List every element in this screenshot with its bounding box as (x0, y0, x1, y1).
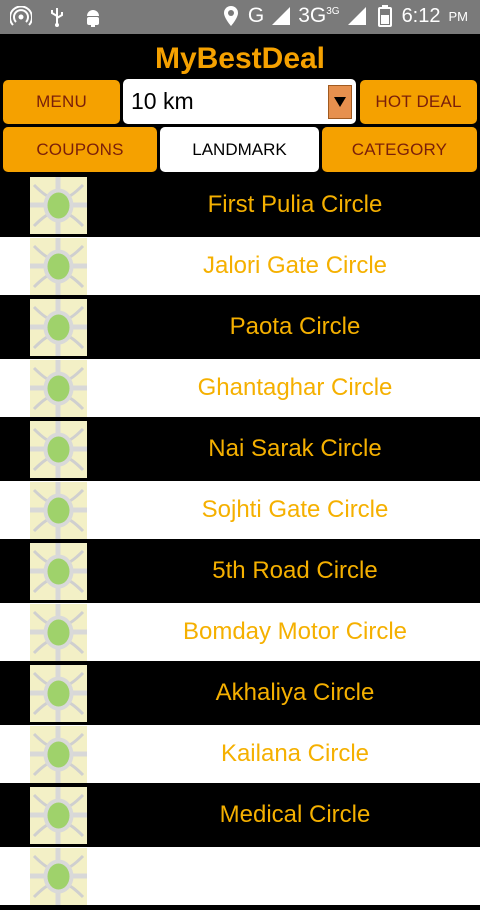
tab-coupons[interactable]: COUPONS (3, 127, 157, 172)
network-type-label: G (247, 4, 265, 27)
menu-button[interactable]: MENU (3, 80, 120, 124)
status-left-icons (10, 6, 104, 28)
distance-dropdown[interactable]: 10 km (123, 79, 356, 124)
dropdown-arrow-icon[interactable] (328, 85, 352, 119)
status-bar: G 3G3G 6:12 PM (0, 0, 480, 34)
landmark-list: First Pulia Circle Jalori Gate Circle Pa… (0, 176, 480, 908)
list-item-label: Jalori Gate Circle (202, 252, 388, 279)
list-item-label: Ghantaghar Circle (197, 374, 393, 401)
list-item[interactable]: First Pulia Circle (0, 176, 480, 234)
list-item-label: Nai Sarak Circle (208, 435, 382, 462)
signal-icon (346, 5, 368, 27)
app-title: MyBestDeal (154, 42, 326, 75)
list-item-label: Paota Circle (229, 313, 361, 340)
list-item[interactable]: Akhaliya Circle (0, 664, 480, 722)
hotspot-icon (10, 6, 32, 28)
list-item[interactable]: Kailana Circle (0, 725, 480, 783)
list-item-label: First Pulia Circle (207, 191, 383, 218)
roundabout-icon (30, 177, 87, 234)
roundabout-icon (30, 238, 87, 295)
roundabout-icon (30, 665, 87, 722)
status-right: G 3G3G 6:12 PM (220, 4, 468, 28)
list-item-label: Kailana Circle (220, 740, 370, 767)
location-icon (220, 5, 242, 27)
roundabout-icon (30, 421, 87, 478)
list-item[interactable]: Nai Sarak Circle (0, 420, 480, 478)
roundabout-icon (30, 482, 87, 539)
signal-icon (270, 5, 292, 27)
list-item[interactable]: 5th Road Circle (0, 542, 480, 600)
tab-bar: COUPONS LANDMARK CATEGORY (0, 126, 480, 174)
roundabout-icon (30, 299, 87, 356)
list-item-label: Medical Circle (219, 801, 371, 828)
network-3g-label: 3G3G (298, 4, 340, 27)
tab-landmark[interactable]: LANDMARK (160, 127, 319, 172)
top-toolbar: MENU 10 km HOT DEAL (0, 78, 480, 124)
clock-time: 6:12 (401, 4, 441, 27)
hot-deal-button[interactable]: HOT DEAL (360, 80, 477, 124)
list-item[interactable]: Medical Circle (0, 786, 480, 844)
battery-icon (374, 5, 396, 27)
distance-value: 10 km (131, 88, 194, 114)
list-item-label: Akhaliya Circle (215, 679, 375, 706)
tab-category[interactable]: CATEGORY (322, 127, 477, 172)
list-item[interactable]: Paota Circle (0, 298, 480, 356)
list-item-label: Sojhti Gate Circle (201, 496, 389, 523)
list-item-label: Bomday Motor Circle (182, 618, 408, 645)
clock-ampm: PM (448, 8, 469, 24)
list-item[interactable]: Ghantaghar Circle (0, 359, 480, 417)
list-item[interactable]: Jalori Gate Circle (0, 237, 480, 295)
list-item[interactable]: Bomday Motor Circle (0, 603, 480, 661)
list-item-label: 5th Road Circle (212, 557, 378, 584)
list-item[interactable] (0, 847, 480, 905)
roundabout-icon (30, 604, 87, 661)
app-header: MyBestDeal (0, 34, 480, 78)
roundabout-icon (30, 848, 87, 905)
roundabout-icon (30, 360, 87, 417)
list-item[interactable]: Sojhti Gate Circle (0, 481, 480, 539)
roundabout-icon (30, 543, 87, 600)
usb-icon (46, 6, 68, 28)
roundabout-icon (30, 726, 87, 783)
roundabout-icon (30, 787, 87, 844)
android-icon (82, 6, 104, 28)
